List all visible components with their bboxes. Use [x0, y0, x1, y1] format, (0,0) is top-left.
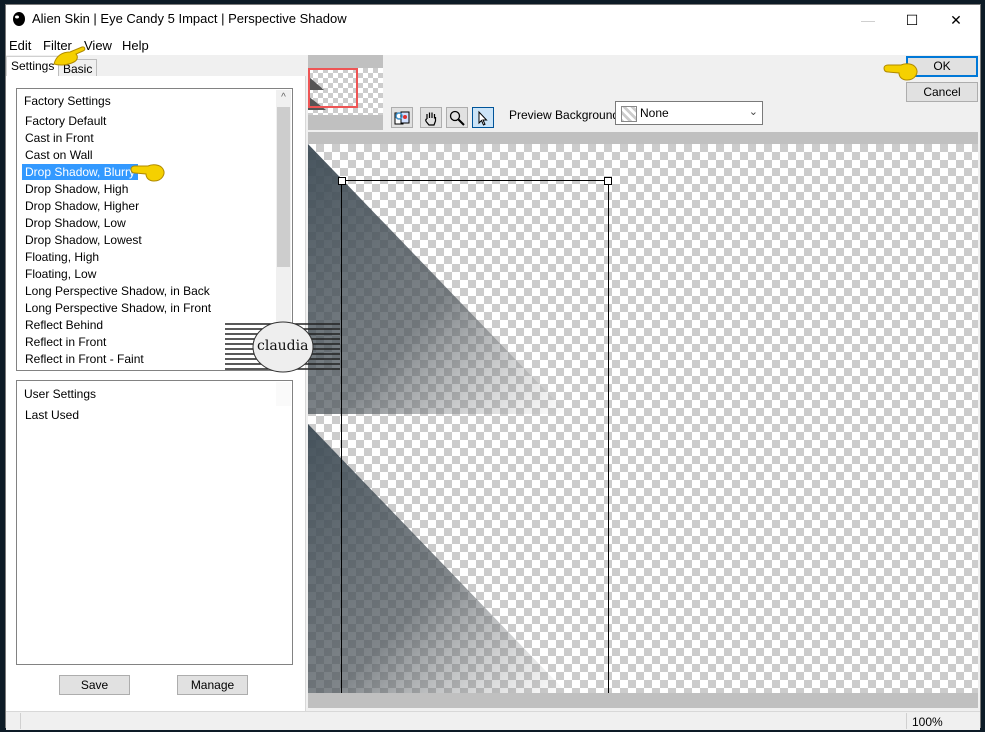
- preview-background-label: Preview Background:: [509, 108, 623, 122]
- list-item[interactable]: Drop Shadow, High: [22, 181, 131, 197]
- title-bar: Alien Skin | Eye Candy 5 Impact | Perspe…: [6, 5, 980, 35]
- list-item[interactable]: Last Used: [22, 407, 82, 423]
- resize-handle[interactable]: [338, 177, 346, 185]
- window-title: Alien Skin | Eye Candy 5 Impact | Perspe…: [32, 11, 347, 26]
- list-item[interactable]: Factory Default: [22, 113, 109, 129]
- navigator-thumbnail[interactable]: [308, 55, 383, 130]
- menu-edit[interactable]: Edit: [9, 38, 31, 53]
- magnifier-icon: [449, 110, 465, 126]
- selection-bounds[interactable]: [338, 177, 612, 693]
- list-item[interactable]: Cast in Front: [22, 130, 97, 146]
- preview-background-select[interactable]: None ⌄: [615, 101, 763, 125]
- compare-icon: [394, 111, 410, 124]
- list-item[interactable]: Floating, High: [22, 249, 102, 265]
- arrow-cursor-icon: [478, 110, 488, 126]
- hand-icon: [425, 112, 437, 126]
- list-item[interactable]: Floating, Low: [22, 266, 99, 282]
- scroll-up-icon[interactable]: ^: [276, 90, 291, 106]
- menu-help[interactable]: Help: [122, 38, 149, 53]
- resize-handle[interactable]: [604, 177, 612, 185]
- user-settings-list[interactable]: User Settings Last Used: [16, 380, 293, 665]
- list-item[interactable]: Drop Shadow, Higher: [22, 198, 142, 214]
- user-list-scrollbar[interactable]: [276, 382, 291, 406]
- transparent-swatch-icon: [621, 106, 637, 122]
- pointer-tool-button[interactable]: [472, 107, 494, 128]
- list-item[interactable]: Long Perspective Shadow, in Back: [22, 283, 213, 299]
- list-item[interactable]: Reflect Behind: [22, 317, 106, 333]
- factory-settings-header: Factory Settings: [24, 94, 111, 108]
- maximize-button[interactable]: ☐: [890, 7, 934, 33]
- navigator-view-frame[interactable]: [308, 68, 358, 108]
- menu-view[interactable]: View: [84, 38, 112, 53]
- dialog-window: Alien Skin | Eye Candy 5 Impact | Perspe…: [5, 4, 981, 730]
- cancel-button[interactable]: Cancel: [906, 82, 978, 102]
- scroll-thumb[interactable]: [277, 107, 290, 267]
- list-item-selected[interactable]: Drop Shadow, Blurry: [22, 164, 139, 180]
- list-item[interactable]: Drop Shadow, Low: [22, 215, 129, 231]
- close-button[interactable]: ✕: [934, 7, 978, 33]
- pointing-hand-icon: [883, 63, 918, 81]
- status-bar: 100%: [6, 711, 980, 730]
- zoom-tool-button[interactable]: [446, 107, 468, 128]
- compare-tool-button[interactable]: [391, 107, 413, 128]
- status-divider: [20, 713, 21, 729]
- list-item[interactable]: Cast on Wall: [22, 147, 96, 163]
- minimize-button[interactable]: —: [846, 7, 890, 33]
- watermark-text: claudia: [257, 338, 309, 354]
- list-item[interactable]: Reflect in Front: [22, 334, 109, 350]
- close-icon: ✕: [950, 11, 962, 28]
- user-settings-header: User Settings: [24, 387, 97, 401]
- hand-tool-button[interactable]: [420, 107, 442, 128]
- list-item[interactable]: Drop Shadow, Lowest: [22, 232, 145, 248]
- manage-button[interactable]: Manage: [177, 675, 248, 695]
- chevron-down-icon: ⌄: [748, 106, 758, 118]
- zoom-level: 100%: [912, 715, 943, 729]
- list-item[interactable]: Long Perspective Shadow, in Front: [22, 300, 214, 316]
- pointing-hand-icon: [53, 46, 86, 66]
- preview-background-value: None: [640, 106, 669, 120]
- menu-bar: Edit Filter View Help: [6, 35, 980, 55]
- preview-canvas[interactable]: [308, 144, 978, 693]
- alien-skin-logo-icon: [13, 12, 25, 26]
- preview-area[interactable]: [308, 132, 978, 708]
- pointing-hand-icon: [130, 164, 165, 182]
- maximize-icon: ☐: [905, 11, 919, 28]
- save-button[interactable]: Save: [59, 675, 130, 695]
- list-item[interactable]: Reflect in Front - Faint: [22, 351, 147, 367]
- minimize-icon: —: [861, 12, 875, 28]
- status-divider: [906, 713, 907, 729]
- claudia-watermark: claudia: [225, 318, 340, 376]
